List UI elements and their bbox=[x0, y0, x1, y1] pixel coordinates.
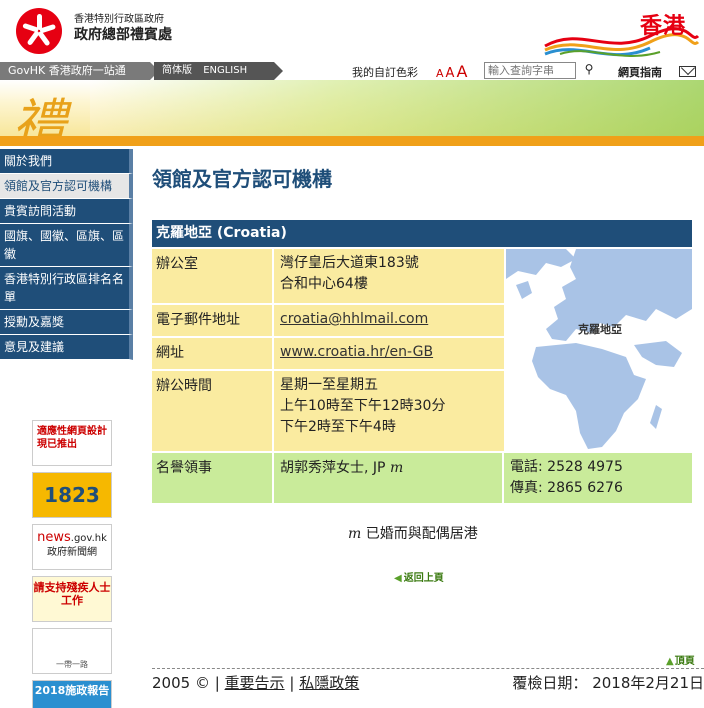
news-domain-text: .gov.hk bbox=[70, 533, 107, 544]
banner-stripe bbox=[0, 136, 704, 146]
office-row: 辦公室 灣仔皇后大道東183號 合和中心64樓 bbox=[152, 249, 504, 303]
color-option-link[interactable]: 我的自訂色彩 bbox=[352, 64, 418, 80]
banner-background bbox=[90, 80, 704, 136]
support-disabled-promo[interactable]: 請支持殘疾人士工作 bbox=[32, 576, 112, 622]
footnote-text: 已婚而與配偶居港 bbox=[365, 526, 478, 542]
email-label: 電子郵件地址 bbox=[152, 305, 274, 336]
hours-line2: 上午10時至下午12時30分 bbox=[280, 398, 446, 414]
dept-name-line2: 政府總部禮賓處 bbox=[74, 27, 172, 43]
lang-simplified-link[interactable]: 简体版 bbox=[162, 65, 192, 76]
footer-separator: | bbox=[289, 674, 295, 692]
footer-divider bbox=[152, 668, 704, 669]
search-icon[interactable]: ⚲ bbox=[580, 62, 598, 79]
sidebar-item-flags[interactable]: 國旗、國徽、區旗、區徽 bbox=[0, 224, 133, 267]
married-mark: m bbox=[389, 460, 404, 476]
hours-line3: 下午2時至下午4時 bbox=[280, 419, 396, 435]
hours-value: 星期一至星期五 上午10時至下午12時30分 下午2時至下午4時 bbox=[276, 371, 504, 442]
page: 香港特別行政區政府 政府總部禮賓處 香港 GovHK 香港政府一站通 简体版 E… bbox=[0, 0, 704, 708]
font-size-controls: AAA bbox=[436, 62, 469, 81]
europe-africa-map-icon bbox=[506, 249, 692, 449]
hours-label: 辦公時間 bbox=[152, 371, 274, 451]
telephone: 電話: 2528 4975 bbox=[510, 459, 623, 475]
location-map: 克羅地亞 bbox=[506, 249, 692, 451]
policy-address-promo[interactable]: 2018施政報告 bbox=[32, 680, 112, 708]
consul-label: 名譽領事 bbox=[152, 453, 274, 503]
sidebar-item-feedback[interactable]: 意見及建議 bbox=[0, 335, 133, 360]
sidebar-item-visits[interactable]: 貴賓訪問活動 bbox=[0, 199, 133, 224]
language-switcher: 简体版 ENGLISH bbox=[154, 62, 283, 80]
brand-hong-kong-logo[interactable]: 香港 bbox=[540, 6, 700, 58]
email-row: 電子郵件地址 croatia@hhlmail.com bbox=[152, 305, 504, 336]
sidebar-item-precedence[interactable]: 香港特別行政區排名名單 bbox=[0, 267, 133, 310]
1823-promo[interactable]: 1823 bbox=[32, 472, 112, 518]
hours-row: 辦公時間 星期一至星期五 上午10時至下午12時30分 下午2時至下午4時 bbox=[152, 371, 504, 451]
website-link[interactable]: www.croatia.hr/en-GB bbox=[280, 344, 433, 360]
page-title: 領館及官方認可機構 bbox=[152, 167, 332, 191]
font-small-button[interactable]: A bbox=[436, 67, 444, 80]
lang-english-link[interactable]: ENGLISH bbox=[203, 65, 247, 76]
review-date: 覆檢日期： 2018年2月21日 bbox=[512, 674, 704, 692]
brand-text: 香港 bbox=[639, 14, 686, 39]
consul-name: 胡郭秀萍女士, JP bbox=[280, 460, 386, 476]
copyright: 2005 © | bbox=[152, 674, 220, 692]
back-link[interactable]: 返回上頁 bbox=[394, 569, 444, 584]
footer: 2005 © | 重要告示 | 私隱政策 覆檢日期： 2018年2月21日 bbox=[152, 672, 704, 693]
news-gov-promo[interactable]: news.gov.hk 政府新聞網 bbox=[32, 524, 112, 570]
sidebar-item-consulates[interactable]: 領館及官方認可機構 bbox=[0, 174, 133, 199]
hours-line1: 星期一至星期五 bbox=[280, 377, 378, 393]
consul-value: 胡郭秀萍女士, JP m bbox=[276, 453, 504, 503]
font-large-button[interactable]: A bbox=[456, 62, 467, 81]
banner: 禮 bbox=[0, 80, 704, 146]
search-input[interactable] bbox=[484, 62, 576, 79]
govhk-link[interactable]: GovHK 香港政府一站通 bbox=[0, 62, 159, 80]
fax: 傳真: 2865 6276 bbox=[510, 480, 623, 496]
site-header: 香港特別行政區政府 政府總部禮賓處 香港 bbox=[0, 0, 704, 62]
sidebar-nav: 關於我們 領館及官方認可機構 貴賓訪問活動 國旗、國徽、區旗、區徽 香港特別行政… bbox=[0, 149, 133, 360]
back-to-top-link[interactable]: 頂頁 bbox=[666, 652, 695, 667]
top-toolbar: GovHK 香港政府一站通 简体版 ENGLISH 我的自訂色彩 AAA ⚲ 網… bbox=[0, 62, 704, 81]
news-caption: 政府新聞網 bbox=[47, 547, 97, 558]
responsive-design-promo[interactable]: 適應性網頁設計現已推出 bbox=[32, 420, 112, 466]
consul-row: 名譽領事 胡郭秀萍女士, JP m 電話: 2528 4975 傳真: 2865… bbox=[152, 453, 692, 503]
office-line1: 灣仔皇后大道東183號 bbox=[280, 255, 419, 271]
website-label: 網址 bbox=[152, 338, 274, 369]
promo-banners: 適應性網頁設計現已推出 1823 news.gov.hk 政府新聞網 請支持殘疾… bbox=[32, 420, 112, 708]
belt-road-promo[interactable]: 一帶一路 bbox=[32, 628, 112, 674]
news-logo-text: news bbox=[37, 530, 71, 545]
important-notice-link[interactable]: 重要告示 bbox=[225, 674, 285, 692]
font-medium-button[interactable]: A bbox=[446, 66, 455, 81]
footnote-mark: m bbox=[348, 526, 362, 542]
privacy-policy-link[interactable]: 私隱政策 bbox=[299, 674, 359, 692]
sitemap-link[interactable]: 網頁指南 bbox=[618, 64, 662, 80]
country-heading: 克羅地亞 (Croatia) bbox=[152, 220, 692, 247]
sidebar-item-honours[interactable]: 授勳及嘉獎 bbox=[0, 310, 133, 335]
dept-name-line1: 香港特別行政區政府 bbox=[74, 14, 164, 25]
map-country-label: 克羅地亞 bbox=[578, 323, 622, 336]
office-line2: 合和中心64樓 bbox=[280, 276, 368, 292]
office-label: 辦公室 bbox=[152, 249, 274, 303]
sidebar-item-about[interactable]: 關於我們 bbox=[0, 149, 133, 174]
email-link[interactable]: croatia@hhlmail.com bbox=[280, 311, 428, 327]
mail-icon[interactable] bbox=[679, 66, 696, 77]
footnote: m 已婚而與配偶居港 bbox=[348, 523, 478, 543]
contact-numbers: 電話: 2528 4975 傳真: 2865 6276 bbox=[506, 453, 692, 503]
department-name: 香港特別行政區政府 政府總部禮賓處 bbox=[74, 13, 172, 44]
office-value: 灣仔皇后大道東183號 合和中心64樓 bbox=[276, 249, 504, 299]
website-row: 網址 www.croatia.hr/en-GB bbox=[152, 338, 504, 369]
hksar-emblem-icon[interactable] bbox=[16, 8, 62, 54]
